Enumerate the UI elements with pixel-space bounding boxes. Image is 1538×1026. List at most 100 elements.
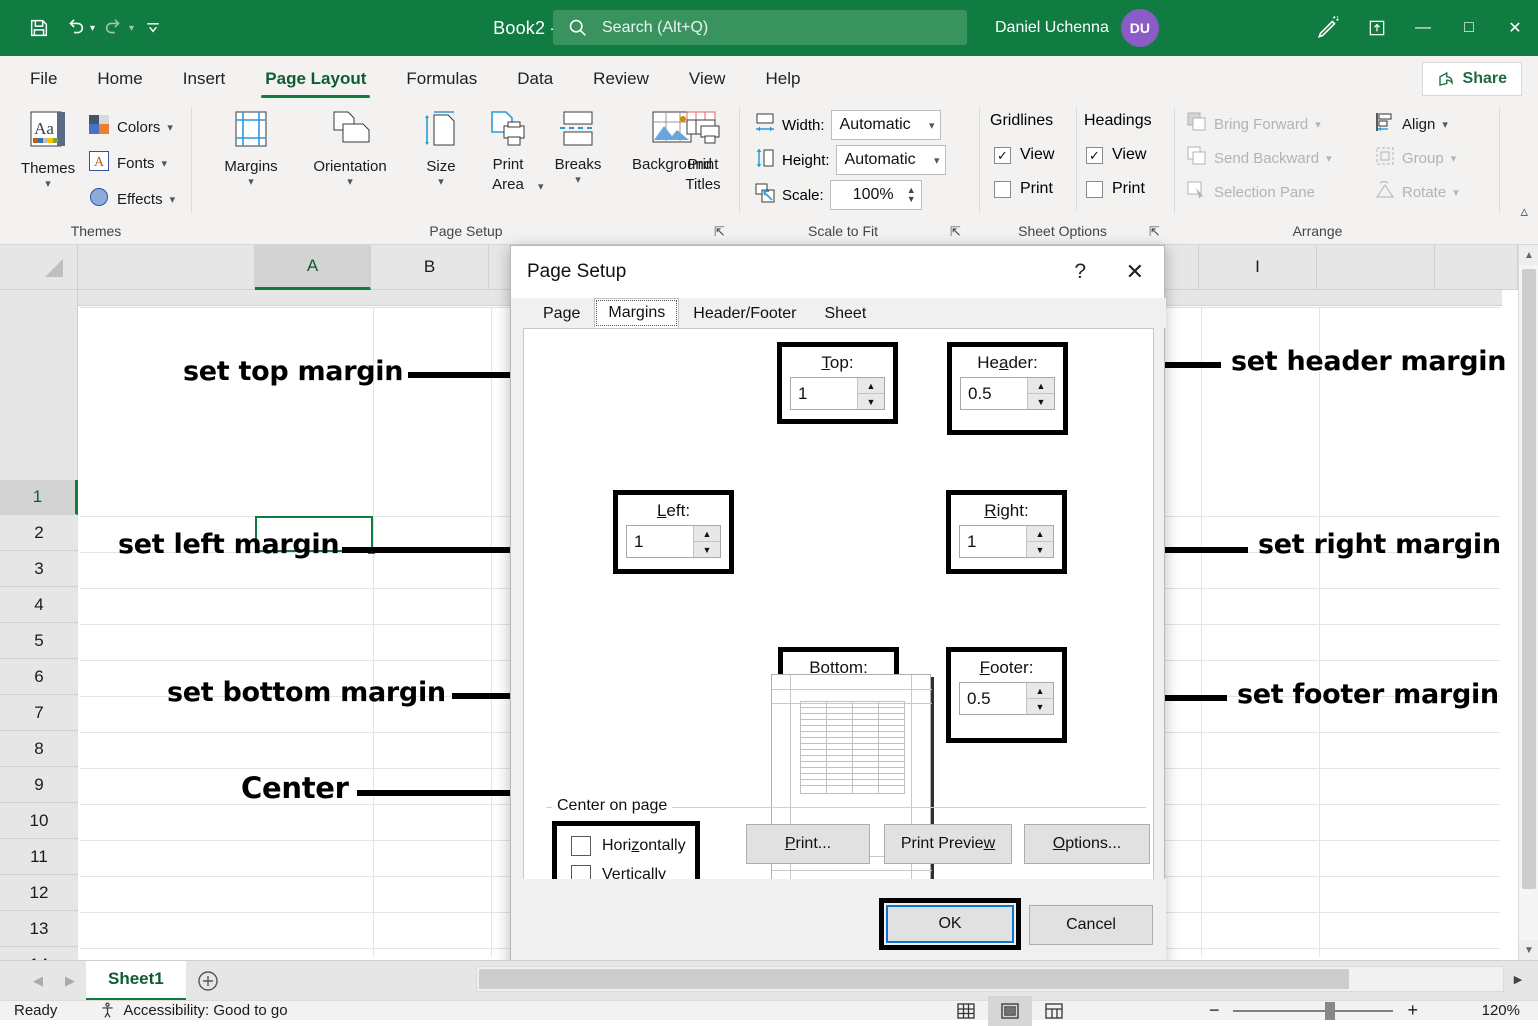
tab-data[interactable]: Data (497, 58, 573, 100)
row-header-2[interactable]: 2 (0, 516, 78, 551)
sheet-options-dialog-launcher[interactable]: ⇱ (1149, 225, 1165, 241)
maximize-button[interactable]: □ (1446, 0, 1492, 56)
gridlines-print-row[interactable]: Print (994, 180, 1053, 198)
row-header-7[interactable]: 7 (0, 696, 78, 731)
column-header-j[interactable] (1317, 245, 1435, 290)
right-margin-spin-down[interactable]: ▼ (1027, 542, 1053, 557)
zoom-slider-thumb[interactable] (1325, 1002, 1335, 1020)
row-header-6[interactable]: 6 (0, 660, 78, 695)
left-margin-stepper[interactable]: 1 ▲ ▼ (626, 525, 721, 558)
tab-formulas[interactable]: Formulas (386, 58, 497, 100)
row-header-12[interactable]: 12 (0, 876, 78, 911)
left-margin-spin-buttons[interactable]: ▲ ▼ (693, 526, 720, 557)
print-titles-button[interactable]: Print Titles (672, 110, 734, 194)
top-margin-spin-up[interactable]: ▲ (858, 378, 884, 394)
page-layout-view-icon[interactable] (988, 996, 1032, 1026)
headings-print-row[interactable]: Print (1086, 180, 1145, 198)
prev-sheet-icon[interactable]: ◀ (22, 961, 54, 1001)
dialog-tab-header-footer[interactable]: Header/Footer (679, 300, 810, 328)
column-header-a[interactable]: A (255, 245, 371, 290)
ink-pen-icon[interactable] (1302, 0, 1354, 56)
row-header-9[interactable]: 9 (0, 768, 78, 803)
width-select[interactable]: Automatic ▾ (831, 110, 941, 140)
right-margin-spin-up[interactable]: ▲ (1027, 526, 1053, 542)
ribbon-display-options-icon[interactable] (1354, 0, 1400, 56)
top-margin-stepper[interactable]: 1 ▲ ▼ (790, 377, 885, 410)
print-button[interactable]: Print... (746, 824, 870, 864)
header-margin-value[interactable]: 0.5 (961, 378, 1027, 409)
avatar[interactable]: DU (1121, 9, 1159, 47)
row-header-5[interactable]: 5 (0, 624, 78, 659)
top-margin-value[interactable]: 1 (791, 378, 857, 409)
page-setup-dialog-launcher[interactable]: ⇱ (714, 225, 730, 241)
tab-home[interactable]: Home (77, 58, 162, 100)
scale-spinner-icon[interactable]: ▲▼ (907, 186, 916, 204)
scroll-up-icon[interactable]: ▲ (1519, 245, 1538, 265)
row-header-14[interactable]: 14 (0, 948, 78, 960)
tab-view[interactable]: View (669, 58, 746, 100)
zoom-slider[interactable] (1233, 1010, 1393, 1012)
dialog-tab-margins[interactable]: Margins (594, 298, 679, 328)
margins-dropdown-icon[interactable]: ▾ (248, 176, 254, 188)
scale-to-fit-dialog-launcher[interactable]: ⇱ (950, 225, 966, 241)
center-horizontally-row[interactable]: Horizontally (571, 836, 695, 856)
colors-dropdown-icon[interactable]: ▾ (167, 121, 173, 134)
row-header-13[interactable]: 13 (0, 912, 78, 947)
accessibility-status[interactable]: Accessibility: Good to go (99, 1002, 287, 1019)
next-sheet-icon[interactable]: ▶ (54, 961, 86, 1001)
zoom-level[interactable]: 120% (1482, 1002, 1520, 1019)
headings-view-checkbox[interactable]: ✓ (1086, 147, 1103, 164)
orientation-dropdown-icon[interactable]: ▾ (347, 176, 353, 188)
theme-fonts-button[interactable]: A Fonts ▾ (88, 150, 167, 176)
header-margin-spin-up[interactable]: ▲ (1028, 378, 1054, 394)
row-header-8[interactable]: 8 (0, 732, 78, 767)
close-icon[interactable]: ✕ (1126, 259, 1144, 285)
height-select[interactable]: Automatic ▾ (836, 145, 946, 175)
horizontal-scroll-thumb[interactable] (479, 969, 1349, 989)
gridlines-view-checkbox[interactable]: ✓ (994, 147, 1011, 164)
vertical-scrollbar[interactable]: ▲ ▼ (1518, 245, 1538, 960)
header-margin-spin-buttons[interactable]: ▲ ▼ (1027, 378, 1054, 409)
footer-margin-spin-up[interactable]: ▲ (1027, 683, 1053, 699)
minimize-button[interactable]: — (1400, 0, 1446, 56)
theme-effects-button[interactable]: Effects ▾ (88, 186, 175, 212)
print-preview-button[interactable]: Print Preview (884, 824, 1012, 864)
scroll-right-icon[interactable]: ▶ (1506, 966, 1530, 992)
row-header-11[interactable]: 11 (0, 840, 78, 875)
left-margin-value[interactable]: 1 (627, 526, 693, 557)
align-button[interactable]: Align ▾ (1375, 112, 1448, 136)
footer-margin-value[interactable]: 0.5 (960, 683, 1026, 714)
themes-dropdown-icon[interactable]: ▾ (45, 178, 51, 190)
breaks-button[interactable]: Breaks ▾ (544, 110, 612, 186)
row-header-3[interactable]: 3 (0, 552, 78, 587)
row-header-4[interactable]: 4 (0, 588, 78, 623)
tab-file[interactable]: File (10, 58, 77, 100)
column-header-i[interactable]: I (1199, 245, 1317, 290)
page-break-preview-icon[interactable] (1032, 996, 1076, 1026)
headings-print-checkbox[interactable] (1086, 181, 1103, 198)
cancel-button[interactable]: Cancel (1029, 905, 1153, 945)
zoom-out-button[interactable]: − (1209, 1000, 1220, 1021)
size-button[interactable]: Size ▾ (410, 110, 472, 188)
row-header-1[interactable]: 1 (0, 480, 78, 515)
close-button[interactable]: ✕ (1492, 0, 1538, 56)
footer-margin-spin-down[interactable]: ▼ (1027, 699, 1053, 714)
footer-margin-stepper[interactable]: 0.5 ▲ ▼ (959, 682, 1054, 715)
footer-margin-spin-buttons[interactable]: ▲ ▼ (1026, 683, 1053, 714)
zoom-in-button[interactable]: + (1407, 1000, 1418, 1021)
search-box[interactable]: Search (Alt+Q) (553, 10, 967, 45)
size-dropdown-icon[interactable]: ▾ (438, 176, 444, 188)
tab-insert[interactable]: Insert (163, 58, 246, 100)
headings-view-row[interactable]: ✓ View (1086, 146, 1146, 164)
right-margin-spin-buttons[interactable]: ▲ ▼ (1026, 526, 1053, 557)
breaks-dropdown-icon[interactable]: ▾ (575, 174, 581, 186)
dialog-tab-sheet[interactable]: Sheet (810, 300, 880, 328)
center-horizontally-checkbox[interactable] (571, 836, 591, 856)
left-margin-spin-down[interactable]: ▼ (694, 542, 720, 557)
print-area-button[interactable]: Print Area (474, 110, 542, 194)
options-button[interactable]: Options... (1024, 824, 1150, 864)
add-sheet-icon[interactable] (186, 961, 230, 1001)
effects-dropdown-icon[interactable]: ▾ (170, 193, 176, 206)
margins-button[interactable]: Margins ▾ (210, 110, 292, 188)
print-area-dropdown-icon[interactable]: ▾ (538, 180, 544, 193)
